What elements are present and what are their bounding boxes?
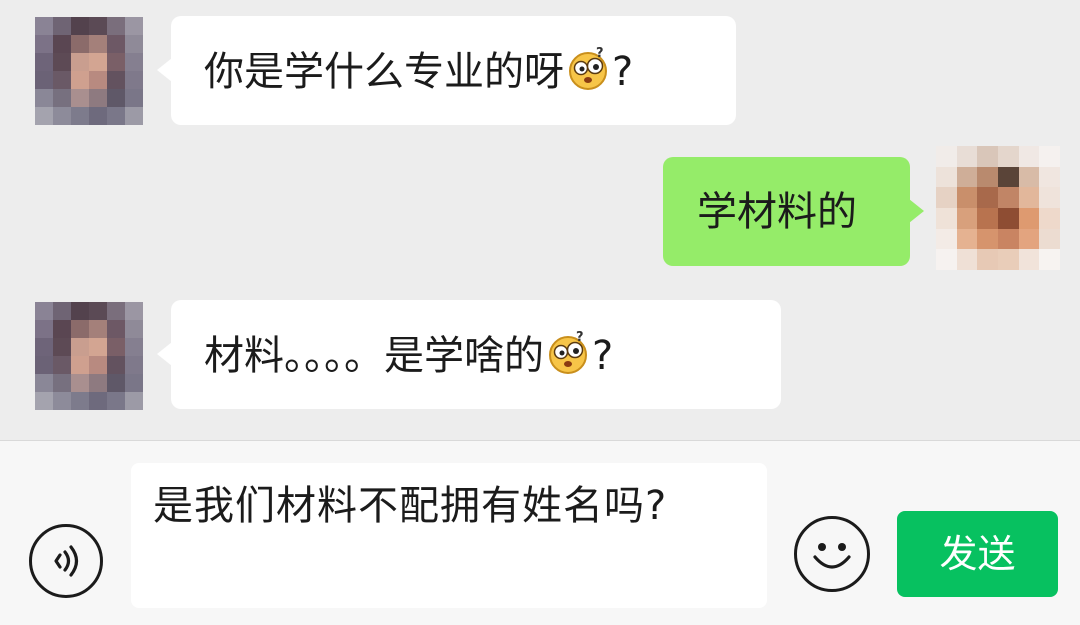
contact-avatar[interactable]	[35, 302, 143, 410]
svg-text:?: ?	[596, 47, 604, 61]
message-text-end: ?	[612, 49, 634, 95]
smiley-icon[interactable]	[794, 516, 870, 592]
message-bubble-incoming[interactable]: 材料。。。。是学啥的??	[157, 300, 781, 409]
message-text: 学材料的	[697, 189, 857, 235]
message-input[interactable]: 是我们材料不配拥有姓名吗?	[131, 463, 767, 608]
confused-face-emoji-icon: ?	[566, 46, 610, 91]
message-bubble-incoming[interactable]: 你是学什么专业的呀??	[157, 16, 736, 125]
message-text: 材料。。。。是学啥的	[204, 333, 544, 379]
voice-icon[interactable]	[29, 524, 103, 598]
message-text: 你是学什么专业的呀	[204, 49, 564, 95]
user-avatar[interactable]	[936, 146, 1060, 270]
message-text-end: ?	[592, 333, 614, 379]
chat-area: 你是学什么专业的呀?? 学材料的 材料。。。。是学啥的??	[0, 0, 1080, 440]
composer-bar: 是我们材料不配拥有姓名吗? 发送	[0, 440, 1080, 625]
message-bubble-outgoing[interactable]: 学材料的	[663, 157, 924, 266]
message-input-value: 是我们材料不配拥有姓名吗?	[153, 483, 668, 529]
svg-text:?: ?	[576, 331, 584, 345]
send-button[interactable]: 发送	[897, 511, 1058, 597]
confused-face-emoji-icon: ?	[546, 330, 590, 375]
contact-avatar[interactable]	[35, 17, 143, 125]
